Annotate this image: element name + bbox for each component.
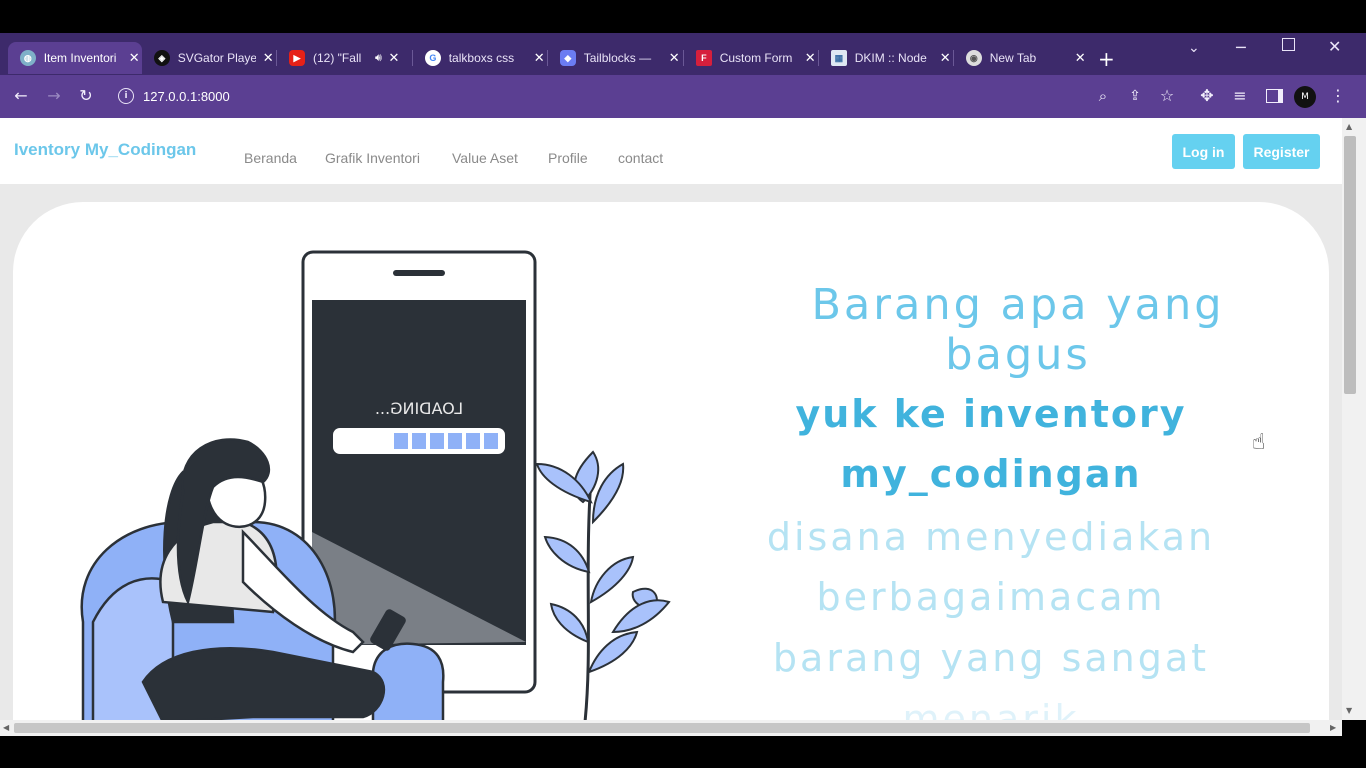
back-arrow-icon[interactable]: ← [9,84,33,108]
zoom-icon[interactable]: ⌕ [1091,84,1115,108]
form-icon: F [696,50,712,66]
tab-title: talkboxs css [448,51,515,65]
nav-link-contact[interactable]: contact [618,150,663,166]
page-viewport: Iventory My_Codingan Beranda Grafik Inve… [0,118,1342,720]
site-info-icon[interactable]: i [118,88,134,104]
maximize-icon[interactable] [1282,38,1295,51]
share-icon[interactable]: ⇪ [1123,84,1147,108]
close-tab-icon[interactable]: ✕ [802,50,818,66]
plant-illustration [535,450,671,720]
bookmark-star-icon[interactable]: ☆ [1155,84,1179,108]
profile-avatar[interactable]: M [1294,86,1316,108]
scroll-up-arrow-icon[interactable]: ▲ [1346,122,1352,131]
site-navbar: Iventory My_Codingan Beranda Grafik Inve… [0,118,1342,184]
side-panel-icon[interactable] [1266,89,1283,103]
nav-link-value-aset[interactable]: Value Aset [452,150,518,166]
address-bar[interactable] [108,82,1188,112]
nav-link-grafik-inventori[interactable]: Grafik Inventori [325,150,420,166]
tailblocks-icon: ◆ [560,50,576,66]
close-tab-icon[interactable]: ✕ [1072,50,1088,66]
tab-dkim[interactable]: ▦ DKIM :: Node ✕ [819,42,953,74]
horizontal-scroll-thumb[interactable] [14,723,1310,733]
close-tab-icon[interactable]: ✕ [531,50,547,66]
hero-headline: Barang apa yang bagus [811,280,1225,380]
scroll-right-arrow-icon[interactable]: ▶ [1330,723,1336,732]
hero-description-line-1: disana menyediakan [766,515,1216,559]
tab-item-inventori[interactable]: ◍ Item Inventori ✕ [8,42,142,74]
close-tab-icon[interactable]: ✕ [937,50,953,66]
menu-kebab-icon[interactable]: ⋮ [1326,84,1350,108]
globe-icon: ◍ [20,50,36,66]
tab-title: Item Inventori [43,51,117,65]
hero-subline-1: yuk ke inventory [795,392,1187,436]
svgator-icon: ◈ [154,50,170,66]
tab-search-chevron-icon[interactable]: ⌄ [1188,40,1200,56]
hero-card: LOADING... Barang apa yang bagus yuk ke … [13,202,1329,720]
google-icon: G [425,50,441,66]
nav-link-beranda[interactable]: Beranda [244,150,297,166]
extensions-puzzle-icon[interactable]: ✥ [1195,84,1219,108]
tab-tailblocks[interactable]: ◆ Tailblocks — ✕ [548,42,682,74]
hero-illustration: LOADING... [80,250,671,720]
url-text[interactable]: 127.0.0.1:8000 [143,89,230,104]
close-tab-icon[interactable]: ✕ [666,50,682,66]
forward-arrow-icon[interactable]: → [42,84,66,108]
nav-link-profile[interactable]: Profile [548,150,588,166]
tab-title: New Tab [989,51,1037,65]
tab-talkboxs[interactable]: G talkboxs css ✕ [413,42,547,74]
login-button[interactable]: Log in [1172,134,1235,169]
tab-title: Tailblocks — [583,51,652,65]
hero-description-line-3: barang yang sangat [772,636,1210,680]
horizontal-scrollbar[interactable]: ◀ ▶ [0,720,1342,736]
hero-description-line-4: menarik [902,697,1080,720]
vertical-scrollbar[interactable]: ▲ ▼ [1342,118,1366,720]
vertical-scroll-thumb[interactable] [1344,136,1356,394]
minimize-icon[interactable]: ─ [1236,38,1246,57]
hero-subline-2: my_codingan [840,452,1142,496]
dkim-icon: ▦ [831,50,847,66]
tab-title: SVGator Player [177,51,257,65]
tab-custom-form[interactable]: F Custom Form ✕ [684,42,818,74]
close-window-icon[interactable]: ✕ [1328,37,1341,56]
loading-text: LOADING... [375,399,463,418]
tab-title: DKIM :: Node [854,51,927,65]
tab-youtube[interactable]: ▶ (12) "Fall 🔊︎ ✕ [277,42,411,74]
tab-new-tab[interactable]: ◉ New Tab ✕ [954,42,1088,74]
site-brand[interactable]: Iventory My_Codingan [14,140,196,160]
tab-title: Custom Form [719,51,793,65]
mouse-pointer-icon: ☝ [1252,430,1266,455]
register-button[interactable]: Register [1243,134,1320,169]
tab-svgator[interactable]: ◈ SVGator Player ✕ [142,42,276,74]
hero-description-line-2: berbagaimacam [816,575,1166,619]
close-tab-icon[interactable]: ✕ [260,50,276,66]
chrome-icon: ◉ [966,50,982,66]
reload-icon[interactable]: ↻ [74,84,98,108]
scroll-left-arrow-icon[interactable]: ◀ [3,723,9,732]
new-tab-icon[interactable]: + [1098,47,1115,71]
audio-playing-icon[interactable]: 🔊︎ [375,52,382,65]
close-tab-icon[interactable]: ✕ [126,50,142,66]
close-tab-icon[interactable]: ✕ [386,50,402,66]
youtube-icon: ▶ [289,50,305,66]
scroll-down-arrow-icon[interactable]: ▼ [1346,706,1352,715]
tab-title: (12) "Fall [313,51,362,65]
media-control-icon[interactable]: ≡ [1228,84,1252,108]
